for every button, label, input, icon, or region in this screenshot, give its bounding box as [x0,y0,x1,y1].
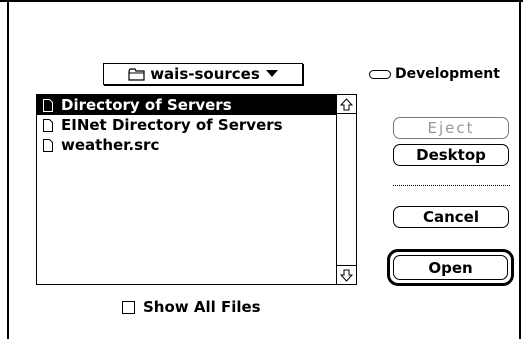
folder-popup-menu[interactable]: wais-sources [103,63,303,85]
file-list-items: Directory of Servers EINet Directory of … [37,95,336,284]
desktop-button[interactable]: Desktop [393,144,509,166]
file-name: weather.src [61,136,160,154]
folder-icon [128,67,145,81]
cancel-button[interactable]: Cancel [393,206,509,228]
document-icon [43,98,53,112]
list-item[interactable]: EINet Directory of Servers [37,115,336,135]
list-item[interactable]: weather.src [37,135,336,155]
folder-popup-label: wais-sources [150,65,260,83]
scroll-down-arrow-icon[interactable] [337,265,356,284]
list-item[interactable]: Directory of Servers [37,95,336,115]
show-all-files-checkbox[interactable] [122,300,135,314]
file-name: EINet Directory of Servers [61,116,283,134]
scroll-up-arrow-icon[interactable] [337,95,356,114]
show-all-files-option[interactable]: Show All Files [122,298,261,316]
document-icon [43,118,53,132]
open-button[interactable]: Open [393,255,508,280]
drive-icon [369,69,391,79]
document-icon [43,138,53,152]
vertical-scrollbar[interactable] [336,95,356,284]
file-list[interactable]: Directory of Servers EINet Directory of … [36,94,357,285]
eject-button[interactable]: Eject [393,117,509,139]
file-name: Directory of Servers [61,96,232,114]
button-divider [393,185,510,186]
show-all-files-label: Show All Files [143,298,261,316]
window-frame-right [519,0,521,339]
popup-arrow-down-icon [265,70,278,78]
window-frame-left [7,0,9,339]
window-frame-top [0,0,523,2]
current-drive: Development [369,64,500,84]
drive-label: Development [395,66,500,82]
